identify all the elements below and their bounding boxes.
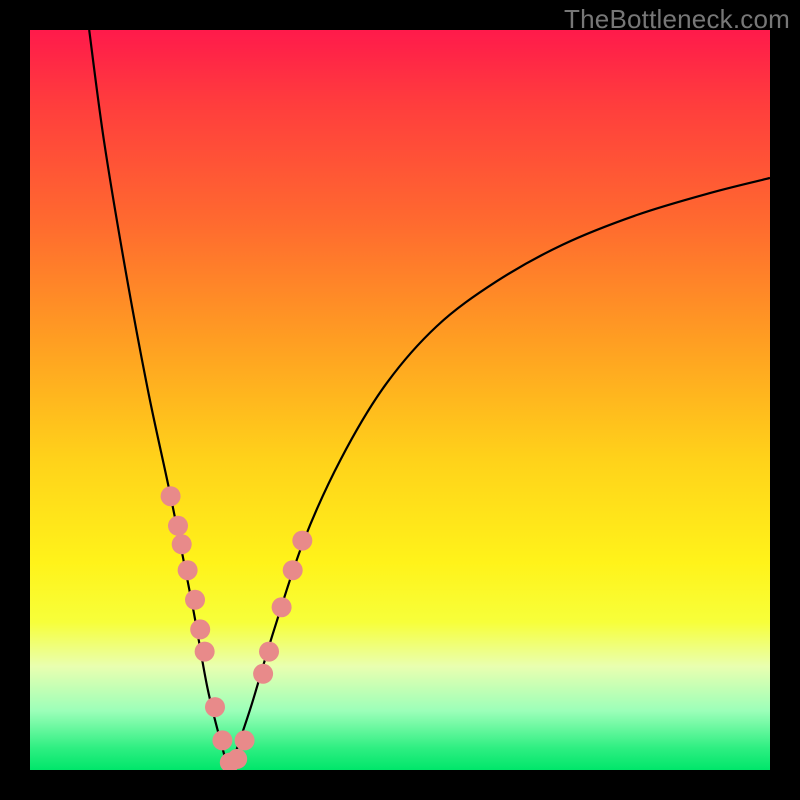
- sample-dot: [283, 560, 303, 580]
- sample-dot: [212, 730, 232, 750]
- sample-dot: [292, 531, 312, 551]
- curve-layer: [30, 30, 770, 770]
- sample-dot: [272, 597, 292, 617]
- sample-dot: [195, 642, 215, 662]
- sample-dot: [190, 619, 210, 639]
- dots-group: [161, 486, 313, 770]
- sample-dot: [161, 486, 181, 506]
- sample-dot: [253, 664, 273, 684]
- sample-dot: [235, 730, 255, 750]
- sample-dot: [178, 560, 198, 580]
- plot-area: [30, 30, 770, 770]
- sample-dot: [259, 642, 279, 662]
- sample-dot: [205, 697, 225, 717]
- sample-dot: [227, 749, 247, 769]
- sample-dot: [185, 590, 205, 610]
- sample-dot: [172, 534, 192, 554]
- bottleneck-curve: [89, 30, 770, 770]
- sample-dot: [168, 516, 188, 536]
- chart-frame: TheBottleneck.com: [0, 0, 800, 800]
